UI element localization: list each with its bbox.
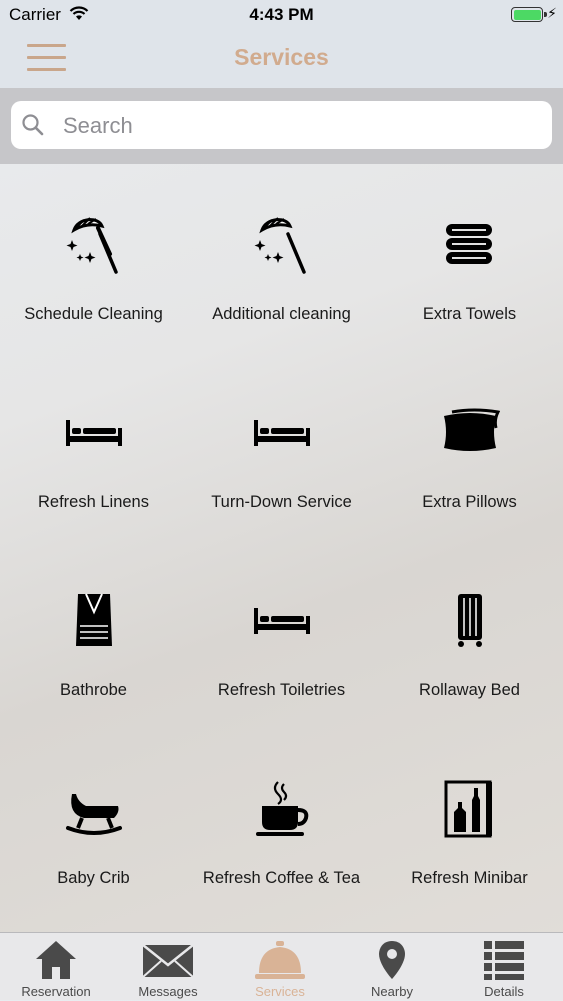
service-label: Refresh Coffee & Tea [202,869,361,887]
tab-reservation[interactable]: Reservation [0,933,112,1001]
bathrobe-icon [64,590,124,650]
service-label: Rollaway Bed [419,681,520,699]
service-label: Extra Pillows [422,493,517,511]
service-tile-turn-down-service[interactable]: Turn-Down Service [188,352,375,540]
service-label: Bathrobe [60,681,127,699]
service-tile-baby-crib[interactable]: Baby Crib [0,728,187,916]
search-bar [0,88,563,164]
towel-stack-icon [440,214,500,274]
tab-label: Services [255,984,305,999]
battery-icon [511,7,547,22]
search-box[interactable] [11,101,552,149]
nav-bar: Services [0,30,563,88]
tab-label: Details [484,984,524,999]
tab-messages[interactable]: Messages [112,933,224,1001]
service-tile-additional-cleaning[interactable]: Additional cleaning [188,164,375,352]
map-pin-icon [377,939,407,986]
baby-crib-icon [64,778,124,838]
search-icon [21,113,45,142]
service-tile-rollaway-bed[interactable]: Rollaway Bed [376,540,563,728]
bed-icon [64,402,124,462]
service-label: Refresh Linens [38,493,149,511]
rollaway-bed-icon [440,590,500,650]
minibar-icon [440,778,500,838]
tab-label: Reservation [21,984,91,999]
pillow-icon [440,402,500,462]
home-icon [34,939,78,986]
service-tile-bathrobe[interactable]: Bathrobe [0,540,187,728]
service-tile-refresh-minibar[interactable]: Refresh Minibar [376,728,563,916]
status-bar: Carrier 4:43 PM ⚡ [0,0,563,30]
envelope-icon [141,939,195,986]
tab-label: Nearby [371,984,413,999]
service-label: Baby Crib [57,869,130,887]
feather-duster-icon [252,214,312,274]
service-label: Refresh Minibar [411,869,528,887]
service-label: Extra Towels [422,305,517,323]
service-label: Schedule Cleaning [24,305,163,323]
tab-bar: Reservation Messages Services Nearby Det… [0,932,563,1000]
service-label: Turn-Down Service [211,493,352,511]
tab-details[interactable]: Details [448,933,560,1001]
service-tile-refresh-coffee-tea[interactable]: Refresh Coffee & Tea [188,728,375,916]
service-tile-refresh-toiletries[interactable]: Refresh Toiletries [188,540,375,728]
service-tile-extra-towels[interactable]: Extra Towels [376,164,563,352]
tab-nearby[interactable]: Nearby [336,933,448,1001]
service-label: Additional cleaning [212,305,351,323]
tab-label: Messages [138,984,198,999]
search-input[interactable] [61,107,535,145]
bed-icon [252,402,312,462]
coffee-cup-icon [252,778,312,838]
service-tile-schedule-cleaning[interactable]: Schedule Cleaning [0,164,187,352]
feather-duster-icon [64,214,124,274]
tab-services[interactable]: Services [224,933,336,1001]
bed-icon [252,590,312,650]
service-tile-refresh-linens[interactable]: Refresh Linens [0,352,187,540]
list-icon [482,939,526,986]
service-tile-extra-pillows[interactable]: Extra Pillows [376,352,563,540]
page-title: Services [234,44,329,70]
service-label: Refresh Toiletries [217,681,346,699]
clock: 4:43 PM [249,5,314,24]
service-bell-icon [253,939,307,986]
services-grid: Schedule Cleaning Additional cleaning Ex… [0,164,563,932]
charging-icon: ⚡ [547,5,557,21]
